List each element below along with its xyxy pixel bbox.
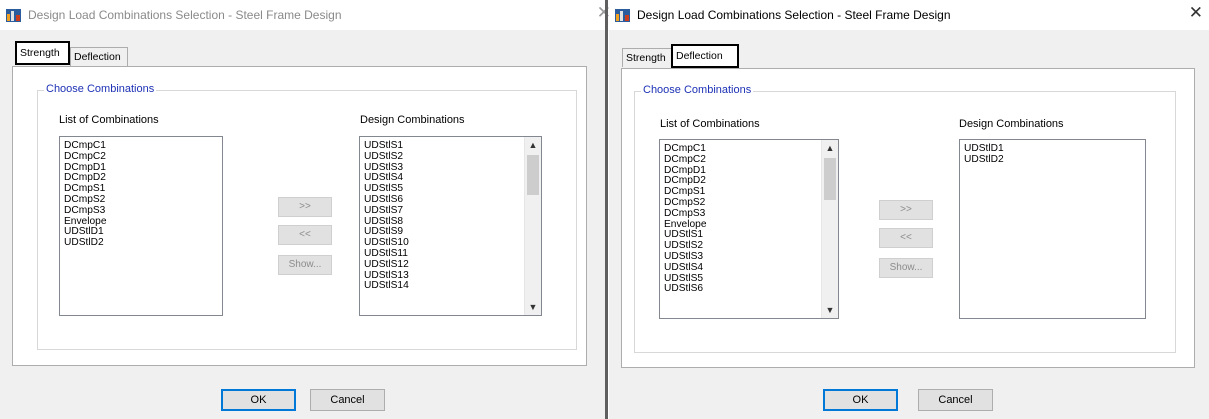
window-title: Design Load Combinations Selection - Ste… [28, 8, 342, 22]
window-title: Design Load Combinations Selection - Ste… [637, 8, 951, 22]
title-bar[interactable]: Design Load Combinations Selection - Ste… [609, 0, 1209, 30]
add-button[interactable]: >> [278, 197, 332, 217]
design-combinations-label: Design Combinations [360, 114, 465, 126]
list-of-combinations-listbox[interactable]: DCmpC1 DCmpC2 DCmpD1 DCmpD2 DCmpS1 DCmpS2 DCmp… [659, 139, 839, 319]
scroll-thumb[interactable] [824, 158, 836, 200]
list-item[interactable]: UDStlD2 [60, 237, 222, 249]
list-item[interactable]: UDStlS2 [360, 151, 541, 163]
design-combinations-listbox[interactable]: UDStlD1 UDStlD2 [959, 139, 1146, 319]
list-item[interactable]: UDStlS12 [360, 259, 541, 271]
list-item[interactable]: DCmpS3 [660, 208, 838, 220]
tab-strength[interactable]: Strength [15, 41, 70, 65]
list-item[interactable]: UDStlD2 [960, 154, 1145, 166]
vertical-scrollbar[interactable]: ▲ ▼ [821, 140, 838, 318]
tab-panel: Choose Combinations List of Combinations… [621, 68, 1195, 368]
cancel-button[interactable]: Cancel [310, 389, 385, 411]
scroll-thumb[interactable] [527, 155, 539, 195]
group-title: Choose Combinations [44, 83, 157, 95]
app-icon [615, 9, 630, 22]
list-item[interactable]: UDStlS4 [660, 262, 838, 274]
cancel-button[interactable]: Cancel [918, 389, 993, 411]
choose-combinations-group: Choose Combinations List of Combinations… [37, 83, 577, 350]
scroll-down-arrow-icon[interactable]: ▼ [525, 299, 541, 315]
tab-deflection[interactable]: Deflection [671, 44, 739, 68]
tab-strength[interactable]: Strength [622, 48, 672, 67]
show-button[interactable]: Show... [278, 255, 332, 275]
list-item[interactable]: DCmpC2 [60, 151, 222, 163]
list-of-combinations-listbox[interactable]: DCmpC1 DCmpC2 DCmpD1 DCmpD2 DCmpS1 DCmpS2 DCmp… [59, 136, 223, 316]
design-combinations-label: Design Combinations [959, 118, 1064, 130]
list-of-combinations-label: List of Combinations [59, 114, 159, 126]
close-icon[interactable]: ✕ [1189, 4, 1203, 21]
vertical-scrollbar[interactable]: ▲ ▼ [524, 137, 541, 315]
scroll-up-arrow-icon[interactable]: ▲ [822, 140, 838, 156]
left-dialog-window: Design Load Combinations Selection - Ste… [0, 0, 611, 419]
list-of-combinations-label: List of Combinations [660, 118, 760, 130]
design-combinations-listbox[interactable]: UDStlS1 UDStlS2 UDStlS3 UDStlS4 UDStlS5 UDStl… [359, 136, 542, 316]
tab-deflection[interactable]: Deflection [70, 47, 128, 66]
title-bar[interactable]: Design Load Combinations Selection - Ste… [0, 0, 611, 30]
remove-button[interactable]: << [879, 228, 933, 248]
right-dialog-window: Design Load Combinations Selection - Ste… [609, 0, 1209, 419]
scroll-up-arrow-icon[interactable]: ▲ [525, 137, 541, 153]
show-button[interactable]: Show... [879, 258, 933, 278]
choose-combinations-group: Choose Combinations List of Combinations… [634, 84, 1176, 353]
add-button[interactable]: >> [879, 200, 933, 220]
window-divider [605, 0, 608, 419]
list-item[interactable]: DCmpS3 [60, 205, 222, 217]
ok-button[interactable]: OK [221, 389, 296, 411]
group-title: Choose Combinations [641, 84, 754, 96]
list-item[interactable]: UDStlS14 [360, 281, 541, 292]
remove-button[interactable]: << [278, 225, 332, 245]
tab-panel: Choose Combinations List of Combinations… [12, 66, 587, 366]
list-item[interactable]: DCmpC2 [660, 154, 838, 166]
list-item[interactable]: UDStlS6 [660, 284, 838, 295]
app-icon [6, 9, 21, 22]
ok-button[interactable]: OK [823, 389, 898, 411]
list-item[interactable]: UDStlS7 [360, 205, 541, 217]
scroll-down-arrow-icon[interactable]: ▼ [822, 302, 838, 318]
